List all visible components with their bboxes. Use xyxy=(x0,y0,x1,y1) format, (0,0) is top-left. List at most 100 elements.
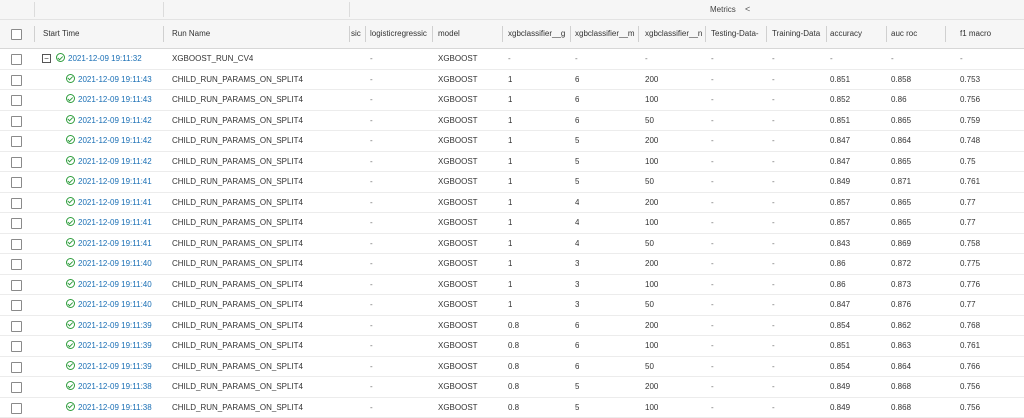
table-row[interactable]: 2021-12-09 19:11:42 CHILD_RUN_PARAMS_ON_… xyxy=(0,131,1024,152)
run-name-cell[interactable]: CHILD_RUN_PARAMS_ON_SPLIT4 xyxy=(172,152,303,172)
row-checkbox[interactable] xyxy=(11,95,22,106)
table-row[interactable]: 2021-12-09 19:11:43 CHILD_RUN_PARAMS_ON_… xyxy=(0,90,1024,111)
table-row[interactable]: 2021-12-09 19:11:39 CHILD_RUN_PARAMS_ON_… xyxy=(0,316,1024,337)
collapse-row-icon[interactable]: − xyxy=(42,54,51,63)
table-row[interactable]: 2021-12-09 19:11:38 CHILD_RUN_PARAMS_ON_… xyxy=(0,377,1024,398)
table-row[interactable]: 2021-12-09 19:11:41 CHILD_RUN_PARAMS_ON_… xyxy=(0,193,1024,214)
training-cell: - xyxy=(772,234,775,254)
run-name-cell[interactable]: CHILD_RUN_PARAMS_ON_SPLIT4 xyxy=(172,213,303,233)
row-checkbox[interactable] xyxy=(11,177,22,188)
header-xgb-g[interactable]: xgbclassifier__g xyxy=(508,20,570,48)
run-name-cell[interactable]: CHILD_RUN_PARAMS_ON_SPLIT4 xyxy=(172,377,303,397)
table-row[interactable]: 2021-12-09 19:11:40 CHILD_RUN_PARAMS_ON_… xyxy=(0,275,1024,296)
start-time-link[interactable]: 2021-12-09 19:11:40 xyxy=(66,295,152,315)
row-checkbox[interactable] xyxy=(11,75,22,86)
row-checkbox[interactable] xyxy=(11,218,22,229)
start-time-link[interactable]: 2021-12-09 19:11:39 xyxy=(66,336,152,356)
table-row[interactable]: 2021-12-09 19:11:42 CHILD_RUN_PARAMS_ON_… xyxy=(0,152,1024,173)
row-checkbox[interactable] xyxy=(11,403,22,414)
logreg-cell: - xyxy=(370,275,373,295)
xgb-m-cell: 5 xyxy=(575,152,579,172)
start-time-link[interactable]: 2021-12-09 19:11:39 xyxy=(66,357,152,377)
start-time-link[interactable]: 2021-12-09 19:11:42 xyxy=(66,152,152,172)
start-time-link[interactable]: 2021-12-09 19:11:32 xyxy=(56,49,142,69)
table-row[interactable]: 2021-12-09 19:11:40 CHILD_RUN_PARAMS_ON_… xyxy=(0,295,1024,316)
row-checkbox[interactable] xyxy=(11,321,22,332)
training-cell: - xyxy=(772,295,775,315)
table-row[interactable]: 2021-12-09 19:11:40 CHILD_RUN_PARAMS_ON_… xyxy=(0,254,1024,275)
xgb-n-cell: 200 xyxy=(645,70,658,90)
row-checkbox[interactable] xyxy=(11,382,22,393)
collapse-metrics-icon[interactable]: < xyxy=(745,4,750,14)
row-checkbox[interactable] xyxy=(11,362,22,373)
run-name-cell[interactable]: CHILD_RUN_PARAMS_ON_SPLIT4 xyxy=(172,254,303,274)
table-row[interactable]: 2021-12-09 19:11:43 CHILD_RUN_PARAMS_ON_… xyxy=(0,70,1024,91)
column-divider xyxy=(349,26,350,42)
run-name-cell[interactable]: CHILD_RUN_PARAMS_ON_SPLIT4 xyxy=(172,398,303,418)
header-logreg[interactable]: logisticregressic xyxy=(370,20,430,48)
header-run-name[interactable]: Run Name xyxy=(172,20,342,48)
run-name-cell[interactable]: CHILD_RUN_PARAMS_ON_SPLIT4 xyxy=(172,70,303,90)
start-time-link[interactable]: 2021-12-09 19:11:41 xyxy=(66,172,152,192)
run-name-cell[interactable]: CHILD_RUN_PARAMS_ON_SPLIT4 xyxy=(172,90,303,110)
table-row[interactable]: 2021-12-09 19:11:41 CHILD_RUN_PARAMS_ON_… xyxy=(0,213,1024,234)
table-row[interactable]: 2021-12-09 19:11:42 CHILD_RUN_PARAMS_ON_… xyxy=(0,111,1024,132)
table-row[interactable]: 2021-12-09 19:11:39 CHILD_RUN_PARAMS_ON_… xyxy=(0,336,1024,357)
row-checkbox[interactable] xyxy=(11,116,22,127)
start-time-link[interactable]: 2021-12-09 19:11:42 xyxy=(66,131,152,151)
header-auc-roc[interactable]: auc roc xyxy=(891,20,941,48)
start-time-link[interactable]: 2021-12-09 19:11:41 xyxy=(66,234,152,254)
row-checkbox[interactable] xyxy=(11,54,22,65)
row-checkbox[interactable] xyxy=(11,280,22,291)
row-checkbox[interactable] xyxy=(11,300,22,311)
run-name-cell[interactable]: CHILD_RUN_PARAMS_ON_SPLIT4 xyxy=(172,111,303,131)
row-checkbox[interactable] xyxy=(11,239,22,250)
run-name-cell[interactable]: CHILD_RUN_PARAMS_ON_SPLIT4 xyxy=(172,295,303,315)
table-row-parent[interactable]: − 2021-12-09 19:11:32 XGBOOST_RUN_CV4 - … xyxy=(0,49,1024,70)
header-start-time[interactable]: Start Time xyxy=(43,20,158,48)
start-time-link[interactable]: 2021-12-09 19:11:39 xyxy=(66,316,152,336)
table-row[interactable]: 2021-12-09 19:11:39 CHILD_RUN_PARAMS_ON_… xyxy=(0,357,1024,378)
header-training-data[interactable]: Training-Data xyxy=(772,20,824,48)
training-cell: - xyxy=(772,111,775,131)
accuracy-cell: 0.851 xyxy=(830,111,850,131)
start-time-link[interactable]: 2021-12-09 19:11:41 xyxy=(66,213,152,233)
row-checkbox[interactable] xyxy=(11,136,22,147)
start-time-link[interactable]: 2021-12-09 19:11:42 xyxy=(66,111,152,131)
header-f1-macro[interactable]: f1 macro xyxy=(960,20,1020,48)
start-time-link[interactable]: 2021-12-09 19:11:43 xyxy=(66,70,152,90)
run-name-cell[interactable]: CHILD_RUN_PARAMS_ON_SPLIT4 xyxy=(172,234,303,254)
header-xgb-m[interactable]: xgbclassifier__m xyxy=(575,20,637,48)
table-row[interactable]: 2021-12-09 19:11:41 CHILD_RUN_PARAMS_ON_… xyxy=(0,172,1024,193)
logreg-cell: - xyxy=(370,193,373,213)
run-name-cell[interactable]: CHILD_RUN_PARAMS_ON_SPLIT4 xyxy=(172,357,303,377)
table-row[interactable]: 2021-12-09 19:11:41 CHILD_RUN_PARAMS_ON_… xyxy=(0,234,1024,255)
start-time-link[interactable]: 2021-12-09 19:11:43 xyxy=(66,90,152,110)
row-checkbox[interactable] xyxy=(11,198,22,209)
header-accuracy[interactable]: accuracy xyxy=(830,20,880,48)
run-name-cell[interactable]: CHILD_RUN_PARAMS_ON_SPLIT4 xyxy=(172,336,303,356)
f1-macro-cell: 0.756 xyxy=(960,90,980,110)
start-time-link[interactable]: 2021-12-09 19:11:40 xyxy=(66,254,152,274)
success-icon xyxy=(66,115,75,124)
header-xgb-n[interactable]: xgbclassifier__n xyxy=(645,20,705,48)
run-name-cell[interactable]: XGBOOST_RUN_CV4 xyxy=(172,49,253,69)
header-model[interactable]: model xyxy=(438,20,498,48)
table-row[interactable]: 2021-12-09 19:11:38 CHILD_RUN_PARAMS_ON_… xyxy=(0,398,1024,418)
run-name-cell[interactable]: CHILD_RUN_PARAMS_ON_SPLIT4 xyxy=(172,316,303,336)
start-time-link[interactable]: 2021-12-09 19:11:40 xyxy=(66,275,152,295)
start-time-link[interactable]: 2021-12-09 19:11:41 xyxy=(66,193,152,213)
run-name-cell[interactable]: CHILD_RUN_PARAMS_ON_SPLIT4 xyxy=(172,193,303,213)
row-checkbox[interactable] xyxy=(11,157,22,168)
run-name-cell[interactable]: CHILD_RUN_PARAMS_ON_SPLIT4 xyxy=(172,131,303,151)
start-time-link[interactable]: 2021-12-09 19:11:38 xyxy=(66,398,152,418)
start-time-link[interactable]: 2021-12-09 19:11:38 xyxy=(66,377,152,397)
run-name-cell[interactable]: CHILD_RUN_PARAMS_ON_SPLIT4 xyxy=(172,275,303,295)
header-logreg-c[interactable]: sic xyxy=(351,20,363,48)
logreg-cell: - xyxy=(370,213,373,233)
header-testing-data[interactable]: Testing-Data- xyxy=(711,20,765,48)
select-all-checkbox[interactable] xyxy=(11,29,22,40)
row-checkbox[interactable] xyxy=(11,341,22,352)
run-name-cell[interactable]: CHILD_RUN_PARAMS_ON_SPLIT4 xyxy=(172,172,303,192)
row-checkbox[interactable] xyxy=(11,259,22,270)
